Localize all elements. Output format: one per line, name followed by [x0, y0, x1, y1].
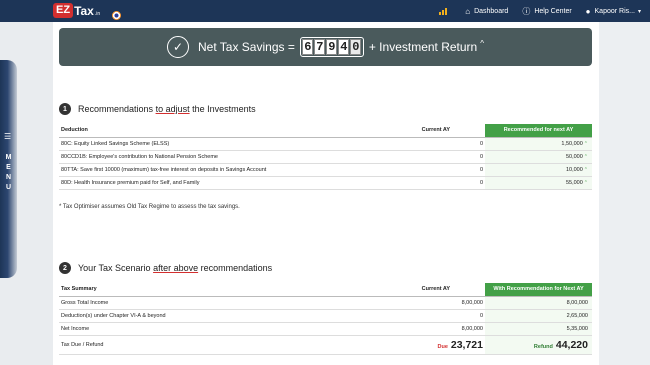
user-name: Kapoor Ris...	[594, 7, 635, 15]
main-panel: ✓ Net Tax Savings = 6 7 9 4 0 + Investme…	[53, 22, 599, 365]
refund-tag: Refund	[533, 343, 553, 350]
side-menu-tab[interactable]: ☰ MENU	[0, 60, 17, 278]
chevron-down-icon: ▾	[637, 8, 641, 15]
list-icon: ☰	[4, 132, 12, 141]
signal-bars-icon[interactable]	[439, 7, 448, 15]
recommended-value: 55,000	[565, 179, 583, 186]
logo-ez-mark: EZ	[53, 3, 74, 18]
current-ay-value: 0	[379, 309, 485, 323]
savings-digit: 4	[338, 39, 350, 55]
tax-scenario-table: Tax Summary Current AY With Recommendati…	[59, 283, 592, 355]
savings-digit: 9	[326, 39, 338, 55]
recommendations-table: Deduction Current AY Recommended for nex…	[59, 124, 592, 190]
user-menu[interactable]: ● Kapoor Ris... ▾	[586, 7, 641, 16]
user-icon: ●	[585, 6, 591, 16]
current-ay-value: 0	[379, 137, 485, 151]
column-header: Current AY	[379, 124, 485, 138]
section2-number-badge: 2	[59, 262, 71, 274]
deduction-name: 80CCD1B: Employee's contribution to Nati…	[59, 150, 379, 164]
nav-help-center-label: Help Center	[534, 7, 572, 15]
recommended-value: 2,65,000	[485, 309, 592, 323]
column-header: With Recommendation for Next AY	[485, 283, 592, 297]
recommendations-header-row: Deduction Current AY Recommended for nex…	[59, 124, 592, 138]
arrow-up-icon: ⌃	[583, 153, 588, 160]
recommended-value: 10,000	[565, 166, 583, 173]
section1-heading: 1 Recommendations to adjust the Investme…	[59, 103, 256, 115]
recommended-value: 5,35,000	[485, 322, 592, 336]
table-row: Deduction(s) under Chapter VI-A & beyond…	[59, 309, 592, 323]
current-ay-value: 8,00,000	[379, 296, 485, 310]
section2-title-link[interactable]: after above	[153, 263, 198, 273]
summary-label: Tax Due / Refund	[59, 335, 379, 355]
table-row: Tax Due / Refund Due 23,721 Refund 44,220	[59, 335, 592, 355]
recommended-value-cell: 50,000⌃	[485, 150, 592, 164]
savings-digit: 7	[314, 39, 326, 55]
arrow-up-icon: ⌃	[583, 166, 588, 173]
section1-title-after: the Investments	[192, 104, 256, 114]
page-background-right	[599, 22, 650, 365]
national-emblem-icon	[112, 11, 121, 20]
recommended-value: 1,50,000	[561, 140, 583, 147]
current-ay-value: 8,00,000	[379, 322, 485, 336]
due-tag: Due	[437, 343, 448, 350]
tax-due-value: 23,721	[450, 338, 483, 351]
column-header: Current AY	[379, 283, 485, 297]
check-circle-icon: ✓	[167, 36, 189, 58]
tax-due-cell: Due 23,721	[379, 335, 485, 355]
section1-number-badge: 1	[59, 103, 71, 115]
deduction-name: 80D: Health Insurance premium paid for S…	[59, 176, 379, 190]
nav-help-center[interactable]: ⓘ Help Center	[522, 6, 571, 17]
table-row: 80CCD1B: Employee's contribution to Nati…	[59, 150, 592, 164]
tax-scenario-header-row: Tax Summary Current AY With Recommendati…	[59, 283, 592, 297]
summary-label: Net Income	[59, 322, 379, 336]
section2-title-after: recommendations	[200, 263, 273, 273]
recommended-value: 50,000	[565, 153, 583, 160]
banner-suffix: + Investment Return	[368, 40, 478, 54]
column-header: Tax Summary	[59, 283, 379, 297]
side-menu-label: MENU	[5, 154, 12, 191]
table-row: 80C: Equity Linked Savings Scheme (ELSS)…	[59, 137, 592, 151]
recommended-value: 8,00,000	[485, 296, 592, 310]
recommended-value-cell: 10,000⌃	[485, 163, 592, 177]
home-icon: ⌂	[465, 6, 471, 16]
recommended-value-cell: 1,50,000⌃	[485, 137, 592, 151]
current-ay-value: 0	[379, 150, 485, 164]
old-regime-note: * Tax Optimiser assumes Old Tax Regime t…	[59, 204, 240, 210]
arrow-up-icon: ⌃	[583, 179, 588, 186]
table-row: 80TTA: Save first 10000 (maximum) tax-fr…	[59, 163, 592, 177]
current-ay-value: 0	[379, 163, 485, 177]
column-header: Deduction	[59, 124, 379, 138]
nav-dashboard-label: Dashboard	[474, 7, 509, 15]
column-header: Recommended for next AY	[485, 124, 592, 138]
help-circle-icon: ⓘ	[522, 6, 531, 16]
ez-tax-logo[interactable]: EZ Tax .in	[53, 3, 100, 18]
summary-label: Deduction(s) under Chapter VI-A & beyond	[59, 309, 379, 323]
savings-digit: 6	[302, 39, 314, 55]
logo-tax-text: Tax	[74, 3, 94, 18]
deduction-name: 80C: Equity Linked Savings Scheme (ELSS)	[59, 137, 379, 151]
table-row: Gross Total Income 8,00,000 8,00,000	[59, 296, 592, 310]
savings-digit: 0	[350, 39, 362, 55]
savings-counter: 6 7 9 4 0	[299, 37, 364, 57]
deduction-name: 80TTA: Save first 10000 (maximum) tax-fr…	[59, 163, 379, 177]
banner-prefix: Net Tax Savings =	[198, 40, 295, 54]
section2-heading: 2 Your Tax Scenario after above recommen…	[59, 262, 272, 274]
section2-title-before: Your Tax Scenario	[78, 263, 151, 273]
banner-caret: ^	[480, 38, 484, 48]
summary-label: Gross Total Income	[59, 296, 379, 310]
top-navbar: EZ Tax .in ⌂ Dashboard ⓘ Help Center ● K…	[0, 0, 650, 22]
section1-title-before: Recommendations	[78, 104, 154, 114]
tax-refund-value: 44,220	[555, 338, 588, 351]
section1-title-link[interactable]: to adjust	[156, 104, 190, 114]
recommended-value-cell: 55,000⌃	[485, 176, 592, 190]
table-row: Net Income 8,00,000 5,35,000	[59, 322, 592, 336]
current-ay-value: 0	[379, 176, 485, 190]
tax-refund-cell: Refund 44,220	[485, 335, 592, 355]
table-row: 80D: Health Insurance premium paid for S…	[59, 176, 592, 190]
net-tax-savings-banner: ✓ Net Tax Savings = 6 7 9 4 0 + Investme…	[59, 28, 592, 66]
nav-dashboard[interactable]: ⌂ Dashboard	[465, 7, 508, 16]
arrow-up-icon: ⌃	[583, 140, 588, 147]
logo-suffix: .in	[94, 10, 101, 17]
